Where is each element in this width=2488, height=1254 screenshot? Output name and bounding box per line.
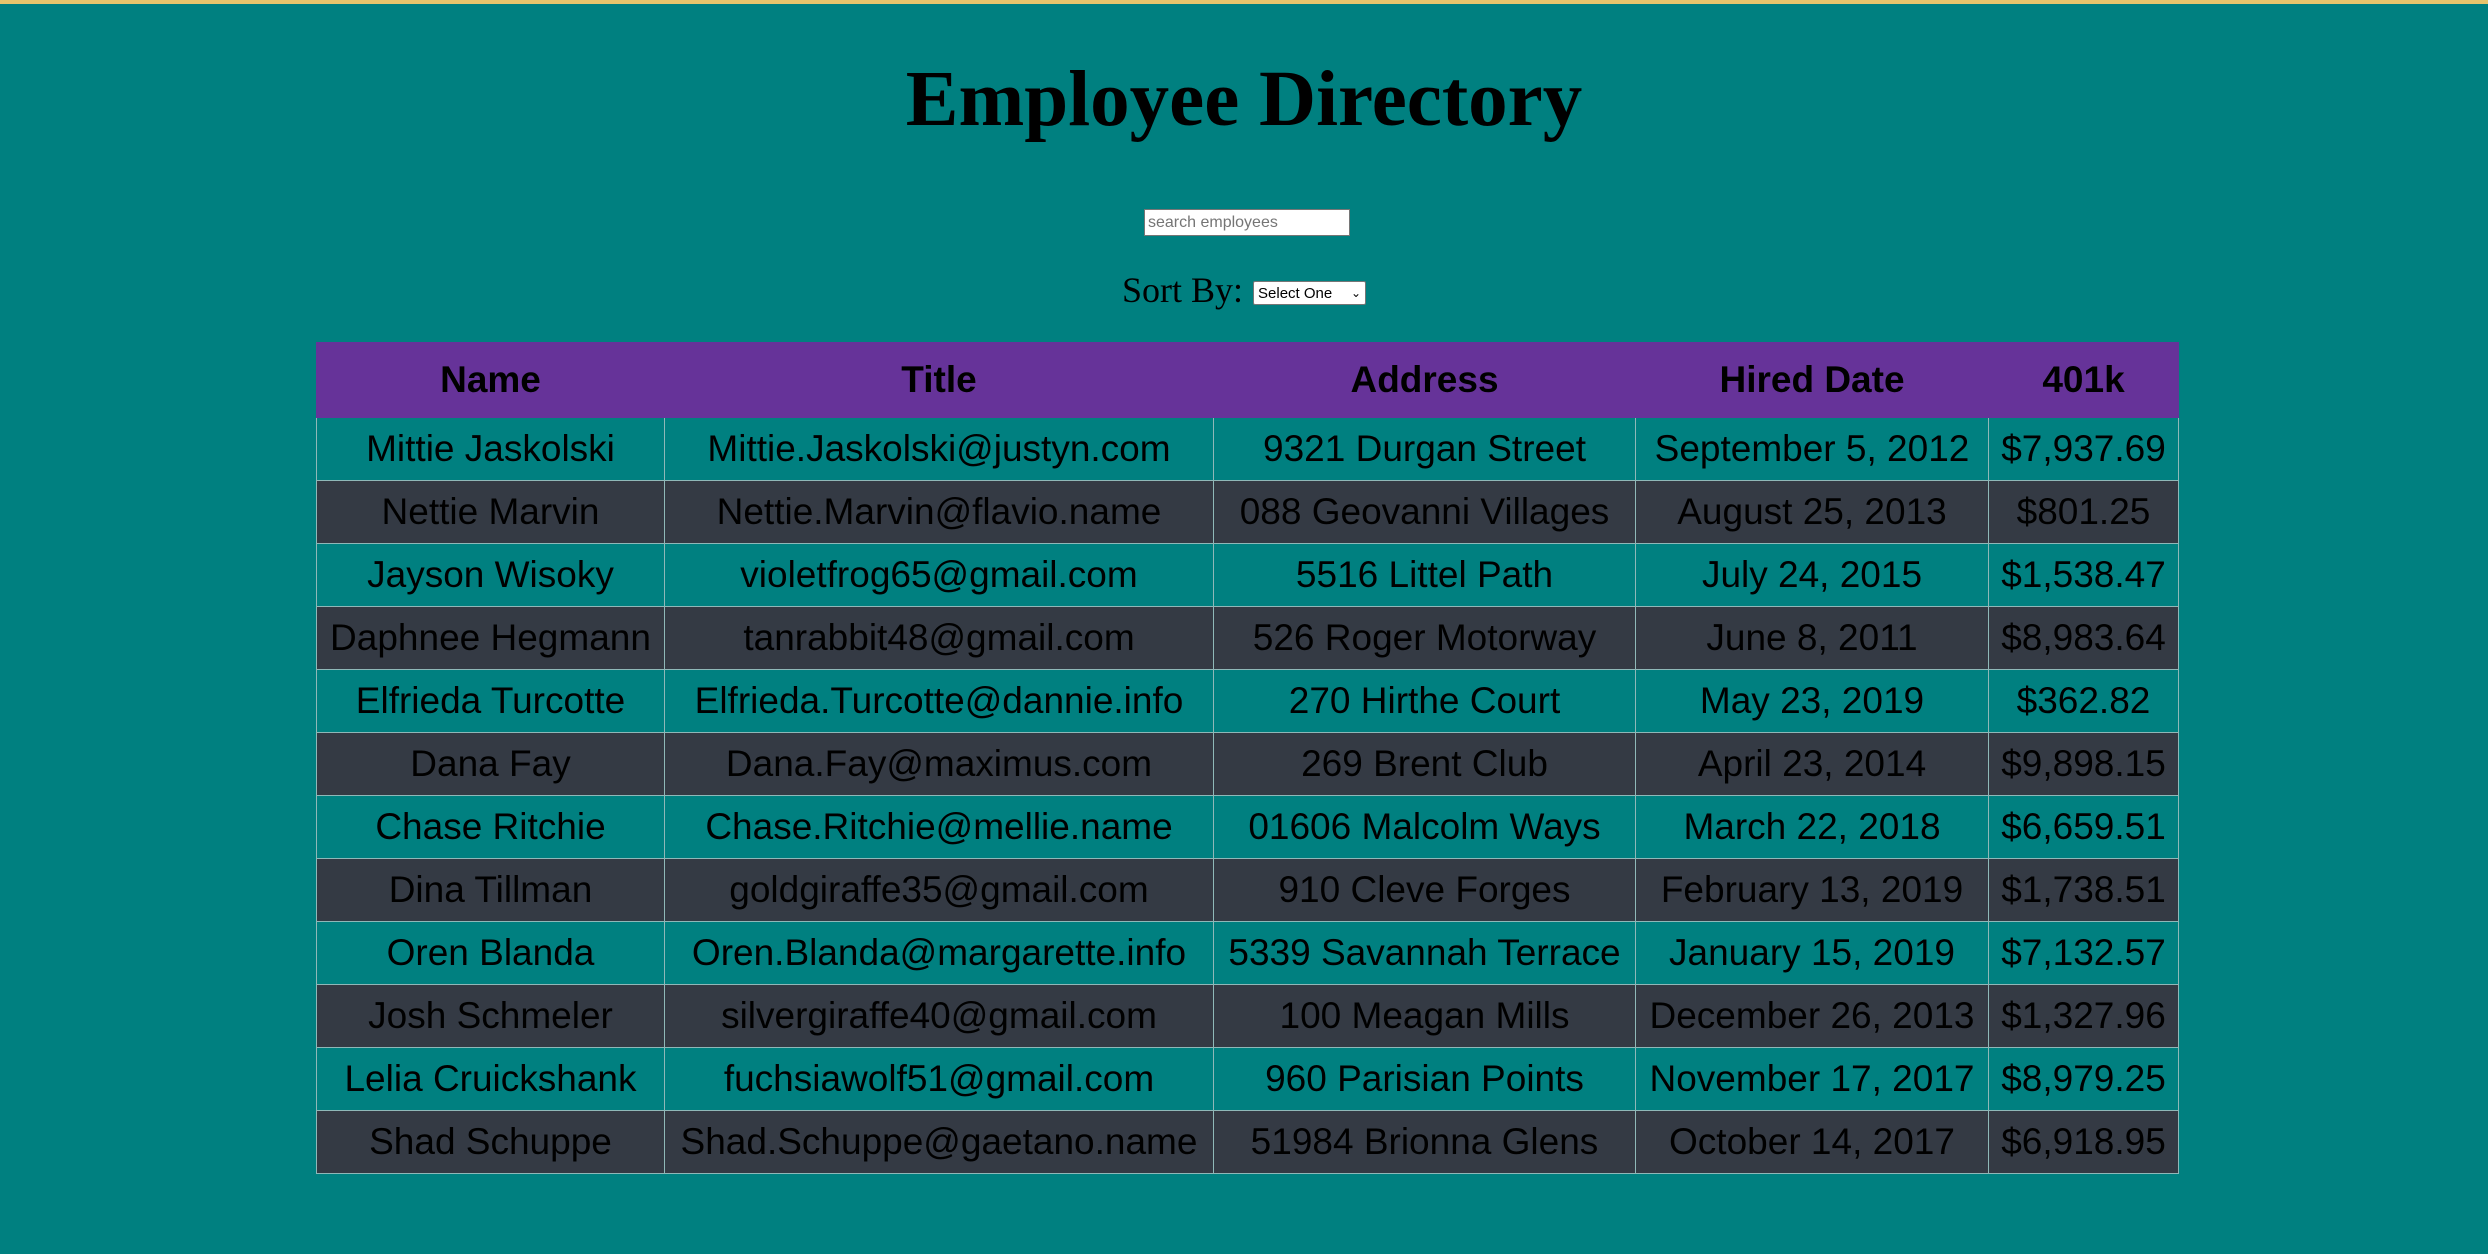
cell-title: Nettie.Marvin@flavio.name — [664, 480, 1214, 544]
column-header-hired-date[interactable]: Hired Date — [1635, 342, 1989, 418]
cell-name: Nettie Marvin — [316, 480, 665, 544]
table-row: Lelia Cruickshank fuchsiawolf51@gmail.com… — [316, 1047, 2179, 1111]
table-row: Oren Blanda Oren.Blanda@margarette.info 53… — [316, 921, 2179, 985]
table-row: Dana Fay Dana.Fay@maximus.com 269 Brent Cl… — [316, 732, 2179, 796]
cell-401k: $6,918.95 — [1988, 1110, 2179, 1174]
cell-title: Oren.Blanda@margarette.info — [664, 921, 1214, 985]
cell-title: Shad.Schuppe@gaetano.name — [664, 1110, 1214, 1174]
cell-401k: $7,937.69 — [1988, 417, 2179, 481]
cell-name: Daphnee Hegmann — [316, 606, 665, 670]
cell-name: Jayson Wisoky — [316, 543, 665, 607]
cell-address: 910 Cleve Forges — [1213, 858, 1636, 922]
cell-name: Oren Blanda — [316, 921, 665, 985]
cell-name: Shad Schuppe — [316, 1110, 665, 1174]
sort-label: Sort By: — [1122, 270, 1244, 310]
cell-address: 9321 Durgan Street — [1213, 417, 1636, 481]
cell-hired-date: July 24, 2015 — [1635, 543, 1989, 607]
cell-hired-date: December 26, 2013 — [1635, 984, 1989, 1048]
cell-title: silvergiraffe40@gmail.com — [664, 984, 1214, 1048]
cell-name: Mittie Jaskolski — [316, 417, 665, 481]
cell-hired-date: May 23, 2019 — [1635, 669, 1989, 733]
table-body: Mittie Jaskolski Mittie.Jaskolski@justyn.… — [316, 417, 2179, 1174]
cell-name: Josh Schmeler — [316, 984, 665, 1048]
top-strip — [0, 0, 2488, 4]
table-header-row: Name Title Address Hired Date 401k — [316, 342, 2179, 418]
table-row: Chase Ritchie Chase.Ritchie@mellie.name 01… — [316, 795, 2179, 859]
cell-401k: $1,738.51 — [1988, 858, 2179, 922]
cell-hired-date: June 8, 2011 — [1635, 606, 1989, 670]
cell-401k: $362.82 — [1988, 669, 2179, 733]
cell-hired-date: November 17, 2017 — [1635, 1047, 1989, 1111]
cell-name: Elfrieda Turcotte — [316, 669, 665, 733]
sort-row: Sort By: Select One ⌄ — [1122, 266, 1367, 314]
cell-address: 960 Parisian Points — [1213, 1047, 1636, 1111]
cell-hired-date: April 23, 2014 — [1635, 732, 1989, 796]
table-row: Dina Tillman goldgiraffe35@gmail.com 910 C… — [316, 858, 2179, 922]
table-row: Josh Schmeler silvergiraffe40@gmail.com 10… — [316, 984, 2179, 1048]
cell-401k: $6,659.51 — [1988, 795, 2179, 859]
cell-name: Chase Ritchie — [316, 795, 665, 859]
cell-title: Mittie.Jaskolski@justyn.com — [664, 417, 1214, 481]
cell-hired-date: October 14, 2017 — [1635, 1110, 1989, 1174]
cell-address: 088 Geovanni Villages — [1213, 480, 1636, 544]
sort-select[interactable]: Select One ⌄ — [1253, 281, 1367, 305]
cell-hired-date: March 22, 2018 — [1635, 795, 1989, 859]
page-title: Employee Directory — [905, 56, 1583, 143]
employee-table: Name Title Address Hired Date 401k Mitti… — [316, 342, 2179, 1174]
table-row: Shad Schuppe Shad.Schuppe@gaetano.name 519… — [316, 1110, 2179, 1174]
chevron-down-icon: ⌄ — [1350, 286, 1362, 300]
cell-title: fuchsiawolf51@gmail.com — [664, 1047, 1214, 1111]
cell-401k: $1,538.47 — [1988, 543, 2179, 607]
cell-address: 5339 Savannah Terrace — [1213, 921, 1636, 985]
cell-title: Chase.Ritchie@mellie.name — [664, 795, 1214, 859]
cell-hired-date: September 5, 2012 — [1635, 417, 1989, 481]
cell-401k: $9,898.15 — [1988, 732, 2179, 796]
table-row: Elfrieda Turcotte Elfrieda.Turcotte@danni… — [316, 669, 2179, 733]
cell-401k: $7,132.57 — [1988, 921, 2179, 985]
cell-address: 100 Meagan Mills — [1213, 984, 1636, 1048]
cell-address: 526 Roger Motorway — [1213, 606, 1636, 670]
table-row: Daphnee Hegmann tanrabbit48@gmail.com 526 … — [316, 606, 2179, 670]
table-row: Nettie Marvin Nettie.Marvin@flavio.name 08… — [316, 480, 2179, 544]
column-header-401k[interactable]: 401k — [1988, 342, 2179, 418]
cell-title: Dana.Fay@maximus.com — [664, 732, 1214, 796]
cell-name: Dina Tillman — [316, 858, 665, 922]
column-header-title[interactable]: Title — [664, 342, 1214, 418]
cell-title: Elfrieda.Turcotte@dannie.info — [664, 669, 1214, 733]
table-row: Mittie Jaskolski Mittie.Jaskolski@justyn.… — [316, 417, 2179, 481]
cell-title: violetfrog65@gmail.com — [664, 543, 1214, 607]
cell-401k: $8,979.25 — [1988, 1047, 2179, 1111]
cell-address: 5516 Littel Path — [1213, 543, 1636, 607]
column-header-name[interactable]: Name — [316, 342, 665, 418]
cell-title: goldgiraffe35@gmail.com — [664, 858, 1214, 922]
cell-address: 270 Hirthe Court — [1213, 669, 1636, 733]
cell-hired-date: January 15, 2019 — [1635, 921, 1989, 985]
cell-401k: $801.25 — [1988, 480, 2179, 544]
table-row: Jayson Wisoky violetfrog65@gmail.com 5516 … — [316, 543, 2179, 607]
cell-address: 51984 Brionna Glens — [1213, 1110, 1636, 1174]
cell-address: 269 Brent Club — [1213, 732, 1636, 796]
cell-hired-date: August 25, 2013 — [1635, 480, 1989, 544]
cell-401k: $1,327.96 — [1988, 984, 2179, 1048]
cell-title: tanrabbit48@gmail.com — [664, 606, 1214, 670]
sort-select-value: Select One — [1258, 284, 1333, 302]
cell-hired-date: February 13, 2019 — [1635, 858, 1989, 922]
cell-address: 01606 Malcolm Ways — [1213, 795, 1636, 859]
column-header-address[interactable]: Address — [1213, 342, 1636, 418]
search-input[interactable] — [1144, 209, 1350, 236]
cell-name: Dana Fay — [316, 732, 665, 796]
cell-401k: $8,983.64 — [1988, 606, 2179, 670]
cell-name: Lelia Cruickshank — [316, 1047, 665, 1111]
